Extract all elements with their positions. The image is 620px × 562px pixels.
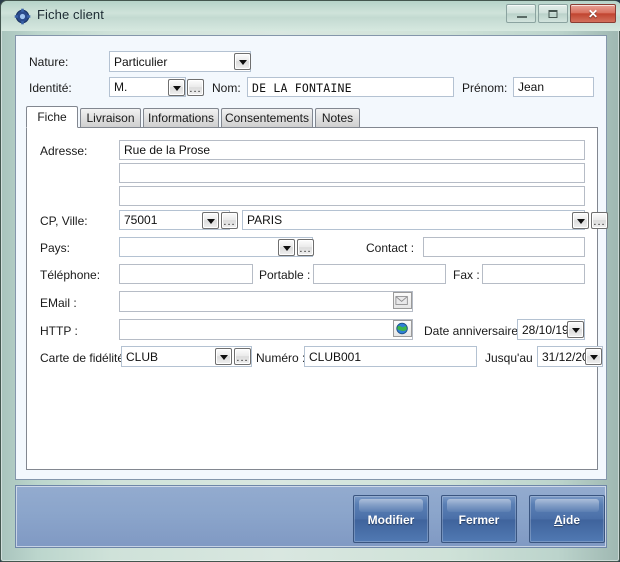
label-nom: Nom: [212, 81, 241, 95]
window-fiche-client: Fiche client ✕ Nature: Particulier Ident… [0, 0, 620, 562]
http-input[interactable] [119, 319, 413, 340]
http-open-button[interactable] [393, 320, 412, 337]
close-icon: ✕ [587, 6, 599, 21]
minimize-icon [517, 16, 527, 18]
numero-input[interactable]: CLUB001 [304, 346, 477, 367]
portable-input[interactable] [313, 264, 446, 284]
form-panel: Nature: Particulier Identité: M. ... Nom… [15, 35, 608, 480]
email-input[interactable] [119, 291, 413, 312]
fax-input[interactable] [482, 264, 585, 284]
label-http: HTTP : [40, 324, 78, 338]
modifier-button[interactable]: Modifier [353, 495, 429, 543]
label-numero: Numéro : [256, 351, 306, 365]
aide-label-rest: ide [562, 513, 580, 527]
envelope-icon [395, 296, 408, 305]
adresse-line3-input[interactable] [119, 186, 585, 206]
nature-input[interactable]: Particulier [109, 51, 251, 72]
carte-fidelite-input[interactable]: CLUB [121, 346, 252, 367]
title-bar[interactable]: Fiche client ✕ [1, 1, 620, 31]
label-telephone: Téléphone: [40, 268, 101, 282]
close-button[interactable]: ✕ [570, 4, 616, 23]
label-jusquau: Jusqu'au : [485, 351, 540, 365]
identite-browse-button[interactable]: ... [187, 79, 204, 96]
app-icon [14, 8, 31, 25]
aide-button[interactable]: Aide [529, 495, 605, 543]
aide-mnemonic: A [553, 513, 563, 527]
maximize-icon [548, 9, 558, 18]
ville-input[interactable]: PARIS [242, 210, 585, 230]
nature-dropdown-button[interactable] [234, 53, 251, 70]
label-carte-fidelite: Carte de fidélité : [40, 351, 131, 365]
window-controls: ✕ [506, 4, 616, 23]
date-anniversaire-dropdown-button[interactable] [567, 321, 584, 338]
tab-fiche[interactable]: Fiche [26, 106, 78, 128]
ville-dropdown-button[interactable] [572, 212, 589, 229]
label-date-anniversaire: Date anniversaire: [424, 324, 522, 338]
telephone-input[interactable] [119, 264, 253, 284]
pays-browse-button[interactable]: ... [297, 239, 314, 256]
globe-icon [396, 322, 408, 335]
email-send-button[interactable] [393, 292, 412, 309]
adresse-line2-input[interactable] [119, 163, 585, 183]
label-contact: Contact : [366, 241, 415, 255]
tab-informations[interactable]: Informations [143, 108, 219, 127]
tab-livraison[interactable]: Livraison [80, 108, 141, 127]
carte-fidelite-dropdown-button[interactable] [215, 348, 232, 365]
minimize-button[interactable] [506, 4, 536, 23]
jusquau-dropdown-button[interactable] [585, 348, 602, 365]
label-cp-ville: CP, Ville: [40, 214, 88, 228]
prenom-input[interactable]: Jean [513, 77, 594, 97]
label-pays: Pays: [40, 241, 71, 255]
carte-fidelite-browse-button[interactable]: ... [234, 348, 251, 365]
identite-dropdown-button[interactable] [168, 79, 185, 96]
adresse-line1-input[interactable]: Rue de la Prose [119, 140, 585, 160]
ville-browse-button[interactable]: ... [591, 212, 608, 229]
tab-panel-fiche: Adresse: Rue de la Prose CP, Ville: 7500… [26, 127, 608, 470]
button-bar: Modifier Fermer Aide [15, 485, 607, 548]
window-title: Fiche client [37, 7, 104, 22]
contact-input[interactable] [423, 237, 585, 257]
label-adresse: Adresse: [40, 144, 88, 158]
label-portable: Portable : [259, 268, 311, 282]
pays-dropdown-button[interactable] [278, 239, 295, 256]
tab-consentements[interactable]: Consentements [221, 108, 313, 127]
tab-notes[interactable]: Notes [315, 108, 360, 127]
label-nature: Nature: [29, 55, 69, 69]
label-identite: Identité: [29, 81, 72, 95]
nom-input[interactable]: DE LA FONTAINE [247, 77, 454, 97]
cp-dropdown-button[interactable] [202, 212, 219, 229]
fermer-button[interactable]: Fermer [441, 495, 517, 543]
label-email: EMail : [40, 296, 77, 310]
label-prenom: Prénom: [462, 81, 508, 95]
maximize-button[interactable] [538, 4, 568, 23]
label-fax: Fax : [453, 268, 480, 282]
tab-strip: Fiche Livraison Informations Consentemen… [26, 106, 598, 128]
cp-browse-button[interactable]: ... [221, 212, 238, 229]
